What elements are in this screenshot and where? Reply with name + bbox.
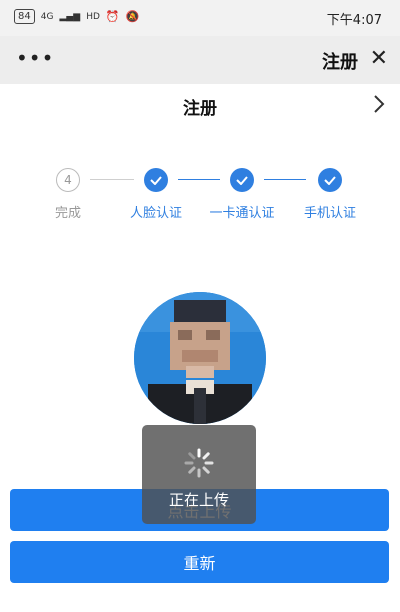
avatar[interactable] bbox=[134, 292, 266, 424]
more-dots-icon[interactable]: ••• bbox=[16, 46, 54, 70]
step-label-complete: 完成 bbox=[54, 206, 81, 221]
step-circle-4: 4 bbox=[56, 168, 80, 192]
mute-icon: 🔕 bbox=[125, 10, 140, 23]
step-check-icon bbox=[144, 168, 168, 192]
battery-indicator: 84 bbox=[14, 9, 35, 24]
step-label-phone: 手机认证 bbox=[303, 206, 356, 221]
network-indicator: 4G bbox=[40, 11, 54, 22]
chevron-icon[interactable] bbox=[372, 94, 386, 117]
step-connector bbox=[90, 179, 134, 180]
step-label-card: 一卡通认证 bbox=[209, 206, 275, 221]
step-check-icon bbox=[230, 168, 254, 192]
top-bar: ••• 注册 ✕ bbox=[0, 36, 400, 84]
status-time: 下午4:07 bbox=[326, 13, 382, 28]
spinner-icon bbox=[184, 448, 214, 478]
toast-text: 正在上传 bbox=[168, 491, 229, 509]
step-progress: 4 完成 人脸认证 一卡通认证 手机认证 bbox=[0, 166, 400, 226]
close-icon[interactable]: ✕ bbox=[370, 46, 388, 72]
retry-button[interactable]: 重新 bbox=[10, 541, 389, 583]
top-bar-title: 注册 bbox=[322, 52, 358, 73]
hd-indicator: HD bbox=[86, 11, 100, 22]
page-title: 注册 bbox=[183, 99, 217, 119]
step-connector bbox=[178, 179, 220, 180]
status-icons: 84 4G ▂▄▆ HD ⏰ 🔕 bbox=[14, 9, 139, 24]
status-bar: 84 4G ▂▄▆ HD ⏰ 🔕 下午4:07 bbox=[0, 0, 400, 36]
step-check-icon bbox=[318, 168, 342, 192]
avatar-image bbox=[134, 292, 266, 424]
step-label-face: 人脸认证 bbox=[129, 206, 182, 221]
page-header: 注册 bbox=[0, 84, 400, 128]
alarm-icon: ⏰ bbox=[105, 10, 120, 23]
loading-toast: 正在上传 bbox=[142, 425, 256, 524]
step-connector bbox=[264, 179, 306, 180]
step-number: 4 bbox=[64, 173, 72, 187]
signal-icon: ▂▄▆ bbox=[59, 11, 81, 22]
